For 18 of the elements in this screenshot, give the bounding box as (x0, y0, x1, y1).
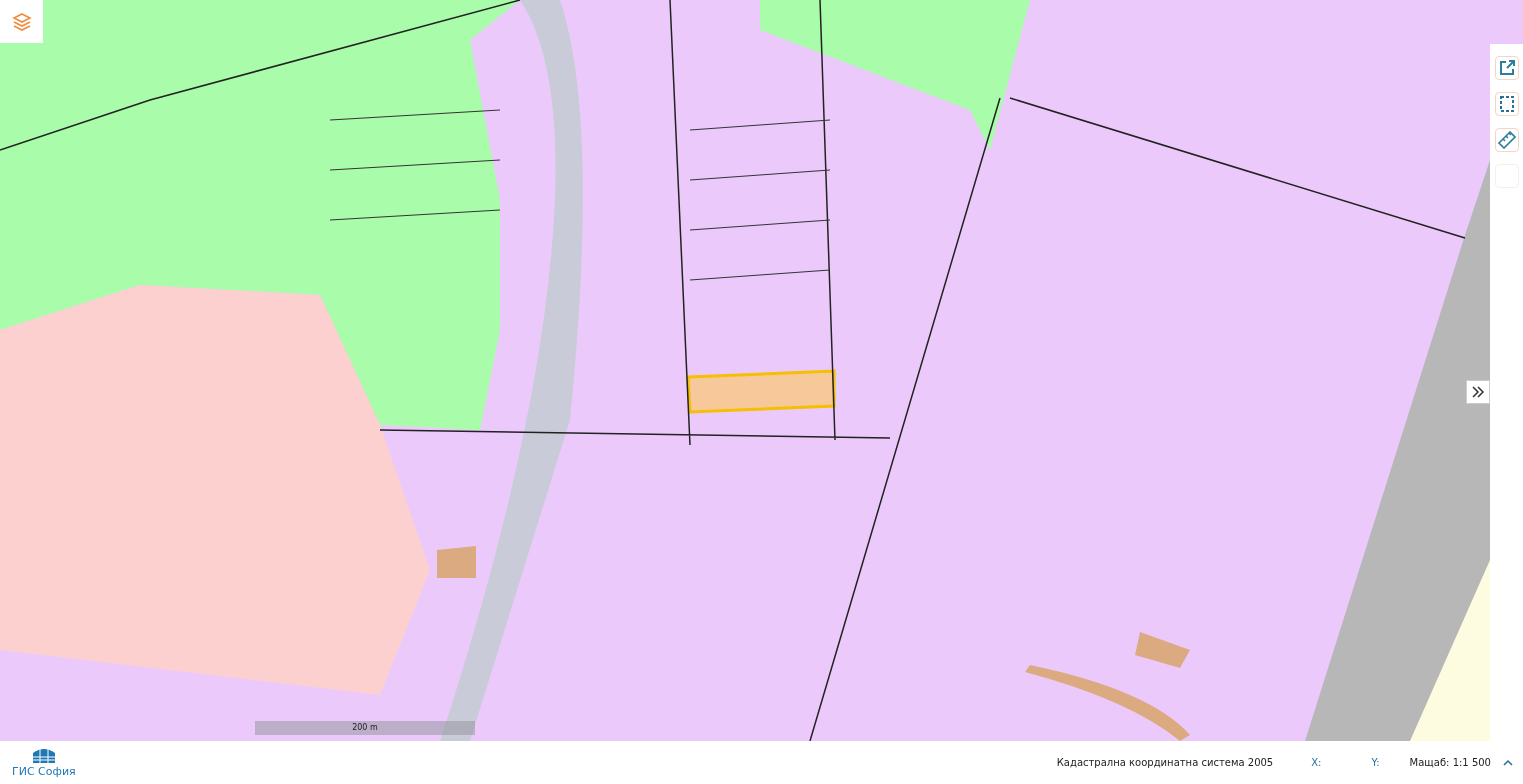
layers-icon (11, 11, 32, 32)
coordinate-system: Кадастрална координатна система 2005 (1056, 757, 1274, 768)
external-link-icon (1497, 59, 1516, 77)
logo-text: ГИС София (12, 765, 76, 778)
open-external-button[interactable] (1494, 56, 1519, 80)
chevrons-right-icon (1471, 386, 1485, 398)
caret-up-icon (1503, 759, 1513, 766)
x-label: X: (1311, 757, 1322, 768)
scale-bar: 200 m (255, 721, 475, 735)
expand-status-button[interactable] (1501, 759, 1515, 766)
select-area-button[interactable] (1494, 92, 1519, 116)
scale-text: Мащаб: 1:1 500 (1409, 757, 1491, 768)
expand-button[interactable] (1466, 380, 1490, 404)
measure-button[interactable] (1494, 128, 1519, 152)
y-label: Y: (1371, 757, 1380, 768)
dashed-square-icon (1498, 95, 1515, 113)
ruler-icon (1497, 131, 1516, 149)
layers-button[interactable] (0, 0, 43, 43)
